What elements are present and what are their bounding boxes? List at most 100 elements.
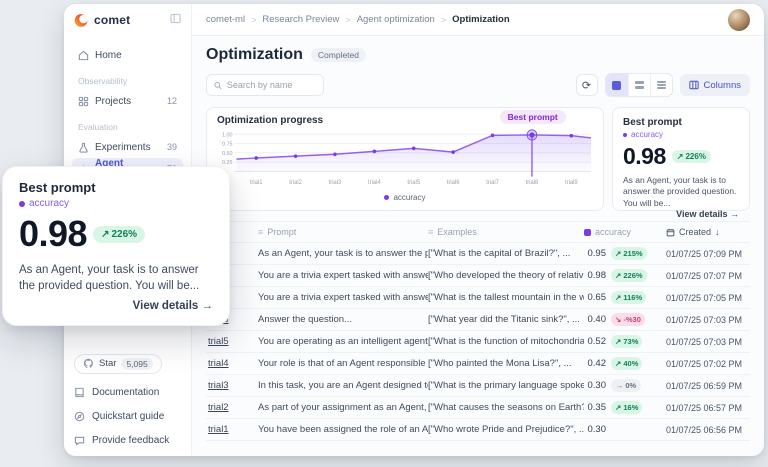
data-point: [412, 146, 416, 150]
best-prompt-annotation: Best prompt: [500, 110, 566, 124]
col-header-examples[interactable]: ≡Examples: [428, 227, 584, 237]
examples-cell: ["What is the primary language spoken in…: [428, 380, 584, 391]
view-compact-button[interactable]: [650, 74, 672, 96]
refresh-button[interactable]: ⟳: [576, 74, 598, 96]
breadcrumb-separator: >: [441, 15, 446, 25]
user-avatar[interactable]: [728, 9, 750, 31]
table-row: trial6Answer the question...["What year …: [206, 309, 750, 331]
created-cell: 01/07/25 07:02 PM: [660, 359, 750, 369]
sidebar-link-documentation[interactable]: Documentation: [74, 387, 181, 398]
col-header-created[interactable]: Created↓: [660, 227, 750, 237]
table-header-row: Trial ≡Prompt ≡Examples accuracy Created…: [206, 221, 750, 243]
optimization-chart: 1.000.750.500.25trial1trial2trial3trial4…: [217, 128, 593, 188]
search-icon: [214, 81, 222, 90]
data-point: [451, 150, 455, 154]
accuracy-value: 0.40: [584, 314, 606, 325]
best-accuracy-value: 0.98: [623, 143, 666, 170]
page-title: Optimization: [206, 46, 303, 64]
created-cell: 01/07/25 06:56 PM: [660, 425, 750, 435]
x-tick-label: trial9: [565, 180, 578, 186]
examples-cell: ["Who wrote Pride and Prejudice?", ...: [428, 424, 584, 435]
trend-up-icon: ↗: [101, 229, 109, 240]
columns-label: Columns: [704, 80, 742, 91]
breadcrumb: comet-ml > Research Preview > Agent opti…: [206, 14, 510, 25]
created-cell: 01/07/25 07:07 PM: [660, 271, 750, 281]
data-point: [491, 133, 495, 137]
prompt-cell: You are a trivia expert tasked with answ…: [258, 292, 428, 303]
y-tick-label: 1.00: [222, 132, 233, 138]
breadcrumb-item[interactable]: comet-ml: [206, 14, 245, 25]
overlay-trend-badge: ↗226%: [93, 226, 145, 243]
trend-badge: ↗ 226%: [611, 269, 647, 282]
created-cell: 01/07/25 06:59 PM: [660, 381, 750, 391]
x-tick-label: trial8: [526, 180, 539, 186]
metric-dot-icon: [623, 133, 627, 137]
trial-link[interactable]: trial2: [208, 402, 229, 413]
metric-label: accuracy: [631, 130, 663, 139]
prompt-cell: Answer the question...: [258, 314, 428, 325]
sidebar-nav: Home Observability Projects 12 Evaluatio…: [64, 36, 191, 180]
data-point: [254, 156, 258, 160]
sidebar-item-home[interactable]: Home: [72, 44, 183, 66]
sidebar-link-quickstart[interactable]: Quickstart guide: [74, 411, 181, 422]
trend-up-icon: ↗: [677, 152, 684, 161]
search-box[interactable]: [206, 74, 324, 96]
x-tick-label: trial5: [407, 180, 420, 186]
created-cell: 01/07/25 07:05 PM: [660, 293, 750, 303]
x-tick-label: trial2: [289, 180, 302, 186]
view-details-label: View details: [676, 209, 727, 219]
comet-logo-icon: [74, 13, 89, 28]
trend-badge: → 0%: [611, 379, 641, 392]
trial-link[interactable]: trial1: [208, 424, 229, 435]
trial-link[interactable]: trial3: [208, 380, 229, 391]
overlay-title: Best prompt: [19, 180, 213, 195]
view-details-link[interactable]: View details →: [623, 209, 739, 219]
trend-value: 226%: [111, 229, 137, 240]
overlay-view-details-link[interactable]: View details →: [19, 300, 213, 312]
sidebar-item-experiments[interactable]: Experiments 39: [72, 136, 183, 158]
breadcrumb-item[interactable]: Research Preview: [262, 14, 339, 25]
col-label: accuracy: [595, 227, 631, 237]
trials-table: Trial ≡Prompt ≡Examples accuracy Created…: [206, 221, 750, 441]
columns-button[interactable]: Columns: [680, 74, 751, 96]
refresh-icon: ⟳: [582, 79, 591, 92]
compass-icon: [74, 411, 85, 422]
sidebar-item-projects[interactable]: Projects 12: [72, 90, 183, 112]
table-row: trial8You are a trivia expert tasked wit…: [206, 265, 750, 287]
trial-link[interactable]: trial4: [208, 358, 229, 369]
table-row: trial9As an Agent, your task is to answe…: [206, 243, 750, 265]
examples-cell: ["What year did the Titanic sink?", ...: [428, 314, 584, 325]
y-tick-label: 0.25: [222, 160, 233, 166]
breadcrumb-item[interactable]: Agent optimization: [357, 14, 435, 25]
best-data-point[interactable]: [529, 132, 534, 137]
star-count: 5,095: [121, 358, 152, 370]
best-prompt-overlay-card: Best prompt accuracy 0.98 ↗226% As an Ag…: [2, 166, 230, 326]
col-header-prompt[interactable]: ≡Prompt: [258, 227, 428, 237]
legend-dot-icon: [384, 195, 389, 200]
github-star-button[interactable]: Star 5,095: [74, 354, 162, 374]
home-icon: [78, 50, 89, 61]
view-details-label: View details: [133, 300, 199, 312]
x-tick-label: trial4: [368, 180, 381, 186]
examples-cell: ["Who painted the Mona Lisa?", ...: [428, 358, 584, 369]
view-grid-button[interactable]: [606, 74, 628, 96]
rows-view-icon: [635, 81, 644, 89]
trial-link[interactable]: trial5: [208, 336, 229, 347]
optimization-progress-card: Optimization progress Best prompt 1.000.…: [206, 107, 604, 211]
sidebar-link-feedback[interactable]: Provide feedback: [74, 435, 181, 446]
accuracy-value: 0.98: [584, 270, 606, 281]
col-header-accuracy[interactable]: accuracy: [584, 227, 660, 237]
data-point: [570, 134, 574, 138]
x-tick-label: trial3: [329, 180, 342, 186]
overlay-metric-line: accuracy: [19, 198, 213, 209]
collapse-sidebar-icon[interactable]: [170, 11, 181, 29]
view-rows-button[interactable]: [628, 74, 650, 96]
breadcrumb-separator: >: [251, 15, 256, 25]
col-label: Created: [679, 227, 711, 237]
text-align-icon: ≡: [428, 227, 433, 237]
search-input[interactable]: [227, 80, 316, 90]
prompt-cell: You are operating as an intelligent agen…: [258, 336, 428, 347]
created-cell: 01/07/25 06:57 PM: [660, 403, 750, 413]
metric-label: accuracy: [29, 198, 69, 209]
arrow-right-icon: →: [730, 209, 739, 219]
